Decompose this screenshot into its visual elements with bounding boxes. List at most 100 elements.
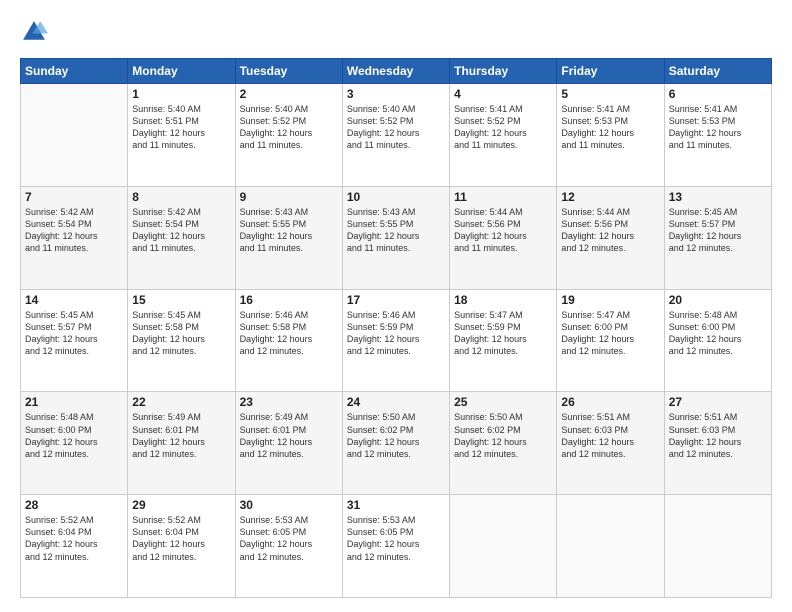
day-info: Sunrise: 5:43 AM Sunset: 5:55 PM Dayligh… (347, 206, 445, 255)
calendar-cell: 22Sunrise: 5:49 AM Sunset: 6:01 PM Dayli… (128, 392, 235, 495)
calendar-cell: 9 Sunrise: 5:43 AM Sunset: 5:55 PM Daylig… (235, 186, 342, 289)
day-info: Sunrise: 5:50 AM Sunset: 6:02 PM Dayligh… (454, 411, 552, 460)
calendar-cell (664, 495, 771, 598)
day-number: 31 (347, 498, 445, 512)
day-number: 28 (25, 498, 123, 512)
calendar-cell: 17Sunrise: 5:46 AM Sunset: 5:59 PM Dayli… (342, 289, 449, 392)
day-number: 3 (347, 87, 445, 101)
day-number: 18 (454, 293, 552, 307)
calendar-cell: 26 Sunrise: 5:51 AM Sunset: 6:03 PM Dayli… (557, 392, 664, 495)
calendar-cell: 15 Sunrise: 5:45 AM Sunset: 5:58 PM Dayli… (128, 289, 235, 392)
logo (20, 18, 52, 46)
day-info: Sunrise: 5:41 AM Sunset: 5:53 PM Dayligh… (561, 103, 659, 152)
calendar-cell: 18 Sunrise: 5:47 AM Sunset: 5:59 PM Dayli… (450, 289, 557, 392)
day-info: Sunrise: 5:47 AM Sunset: 5:59 PM Dayligh… (454, 309, 552, 358)
calendar-cell: 16 Sunrise: 5:46 AM Sunset: 5:58 PM Dayli… (235, 289, 342, 392)
day-info: Sunrise: 5:46 AM Sunset: 5:58 PM Dayligh… (240, 309, 338, 358)
calendar-cell: 28Sunrise: 5:52 AM Sunset: 6:04 PM Dayli… (21, 495, 128, 598)
day-info: Sunrise: 5:45 AM Sunset: 5:57 PM Dayligh… (669, 206, 767, 255)
day-number: 1 (132, 87, 230, 101)
logo-icon (20, 18, 48, 46)
calendar-week-row: 14 Sunrise: 5:45 AM Sunset: 5:57 PM Dayli… (21, 289, 772, 392)
day-info: Sunrise: 5:40 AM Sunset: 5:51 PM Dayligh… (132, 103, 230, 152)
calendar-cell: 31 Sunrise: 5:53 AM Sunset: 6:05 PM Dayli… (342, 495, 449, 598)
calendar-cell: 24Sunrise: 5:50 AM Sunset: 6:02 PM Dayli… (342, 392, 449, 495)
day-number: 19 (561, 293, 659, 307)
calendar-cell: 12 Sunrise: 5:44 AM Sunset: 5:56 PM Dayli… (557, 186, 664, 289)
weekday-header: Wednesday (342, 59, 449, 84)
calendar-cell (557, 495, 664, 598)
day-info: Sunrise: 5:48 AM Sunset: 6:00 PM Dayligh… (669, 309, 767, 358)
day-info: Sunrise: 5:42 AM Sunset: 5:54 PM Dayligh… (132, 206, 230, 255)
calendar-cell (450, 495, 557, 598)
calendar-week-row: 1 Sunrise: 5:40 AM Sunset: 5:51 PM Daylig… (21, 84, 772, 187)
day-info: Sunrise: 5:46 AM Sunset: 5:59 PM Dayligh… (347, 309, 445, 358)
day-info: Sunrise: 5:51 AM Sunset: 6:03 PM Dayligh… (669, 411, 767, 460)
day-info: Sunrise: 5:40 AM Sunset: 5:52 PM Dayligh… (347, 103, 445, 152)
day-number: 7 (25, 190, 123, 204)
day-number: 24 (347, 395, 445, 409)
calendar-week-row: 7 Sunrise: 5:42 AM Sunset: 5:54 PM Daylig… (21, 186, 772, 289)
day-number: 13 (669, 190, 767, 204)
day-number: 8 (132, 190, 230, 204)
calendar-cell (21, 84, 128, 187)
weekday-header: Sunday (21, 59, 128, 84)
day-number: 4 (454, 87, 552, 101)
day-info: Sunrise: 5:44 AM Sunset: 5:56 PM Dayligh… (561, 206, 659, 255)
day-info: Sunrise: 5:41 AM Sunset: 5:53 PM Dayligh… (669, 103, 767, 152)
day-number: 26 (561, 395, 659, 409)
calendar-cell: 1 Sunrise: 5:40 AM Sunset: 5:51 PM Daylig… (128, 84, 235, 187)
day-info: Sunrise: 5:53 AM Sunset: 6:05 PM Dayligh… (347, 514, 445, 563)
day-number: 25 (454, 395, 552, 409)
day-info: Sunrise: 5:40 AM Sunset: 5:52 PM Dayligh… (240, 103, 338, 152)
day-number: 21 (25, 395, 123, 409)
weekday-header: Monday (128, 59, 235, 84)
day-info: Sunrise: 5:42 AM Sunset: 5:54 PM Dayligh… (25, 206, 123, 255)
header (20, 18, 772, 46)
calendar-cell: 7 Sunrise: 5:42 AM Sunset: 5:54 PM Daylig… (21, 186, 128, 289)
day-number: 12 (561, 190, 659, 204)
day-info: Sunrise: 5:43 AM Sunset: 5:55 PM Dayligh… (240, 206, 338, 255)
calendar-cell: 19 Sunrise: 5:47 AM Sunset: 6:00 PM Dayli… (557, 289, 664, 392)
day-info: Sunrise: 5:52 AM Sunset: 6:04 PM Dayligh… (132, 514, 230, 563)
day-number: 27 (669, 395, 767, 409)
day-number: 11 (454, 190, 552, 204)
calendar-header-row: SundayMondayTuesdayWednesdayThursdayFrid… (21, 59, 772, 84)
weekday-header: Saturday (664, 59, 771, 84)
day-info: Sunrise: 5:48 AM Sunset: 6:00 PM Dayligh… (25, 411, 123, 460)
calendar-cell: 14 Sunrise: 5:45 AM Sunset: 5:57 PM Dayli… (21, 289, 128, 392)
calendar-cell: 20 Sunrise: 5:48 AM Sunset: 6:00 PM Dayli… (664, 289, 771, 392)
day-number: 6 (669, 87, 767, 101)
weekday-header: Thursday (450, 59, 557, 84)
day-info: Sunrise: 5:41 AM Sunset: 5:52 PM Dayligh… (454, 103, 552, 152)
day-number: 23 (240, 395, 338, 409)
day-number: 5 (561, 87, 659, 101)
calendar-cell: 27 Sunrise: 5:51 AM Sunset: 6:03 PM Dayli… (664, 392, 771, 495)
day-info: Sunrise: 5:51 AM Sunset: 6:03 PM Dayligh… (561, 411, 659, 460)
calendar-cell: 6 Sunrise: 5:41 AM Sunset: 5:53 PM Daylig… (664, 84, 771, 187)
day-info: Sunrise: 5:53 AM Sunset: 6:05 PM Dayligh… (240, 514, 338, 563)
calendar-week-row: 21 Sunrise: 5:48 AM Sunset: 6:00 PM Dayli… (21, 392, 772, 495)
calendar-cell: 13 Sunrise: 5:45 AM Sunset: 5:57 PM Dayli… (664, 186, 771, 289)
day-number: 15 (132, 293, 230, 307)
calendar-cell: 5 Sunrise: 5:41 AM Sunset: 5:53 PM Daylig… (557, 84, 664, 187)
calendar-cell: 4 Sunrise: 5:41 AM Sunset: 5:52 PM Daylig… (450, 84, 557, 187)
day-info: Sunrise: 5:45 AM Sunset: 5:57 PM Dayligh… (25, 309, 123, 358)
calendar-cell: 10 Sunrise: 5:43 AM Sunset: 5:55 PM Dayli… (342, 186, 449, 289)
day-info: Sunrise: 5:45 AM Sunset: 5:58 PM Dayligh… (132, 309, 230, 358)
calendar-cell: 30 Sunrise: 5:53 AM Sunset: 6:05 PM Dayli… (235, 495, 342, 598)
day-number: 20 (669, 293, 767, 307)
day-number: 30 (240, 498, 338, 512)
calendar-cell: 8 Sunrise: 5:42 AM Sunset: 5:54 PM Daylig… (128, 186, 235, 289)
day-number: 14 (25, 293, 123, 307)
day-number: 16 (240, 293, 338, 307)
day-info: Sunrise: 5:49 AM Sunset: 6:01 PM Dayligh… (132, 411, 230, 460)
day-number: 10 (347, 190, 445, 204)
day-number: 9 (240, 190, 338, 204)
day-info: Sunrise: 5:49 AM Sunset: 6:01 PM Dayligh… (240, 411, 338, 460)
calendar-cell: 2Sunrise: 5:40 AM Sunset: 5:52 PM Daylig… (235, 84, 342, 187)
day-info: Sunrise: 5:47 AM Sunset: 6:00 PM Dayligh… (561, 309, 659, 358)
page: SundayMondayTuesdayWednesdayThursdayFrid… (0, 0, 792, 612)
weekday-header: Friday (557, 59, 664, 84)
calendar-table: SundayMondayTuesdayWednesdayThursdayFrid… (20, 58, 772, 598)
